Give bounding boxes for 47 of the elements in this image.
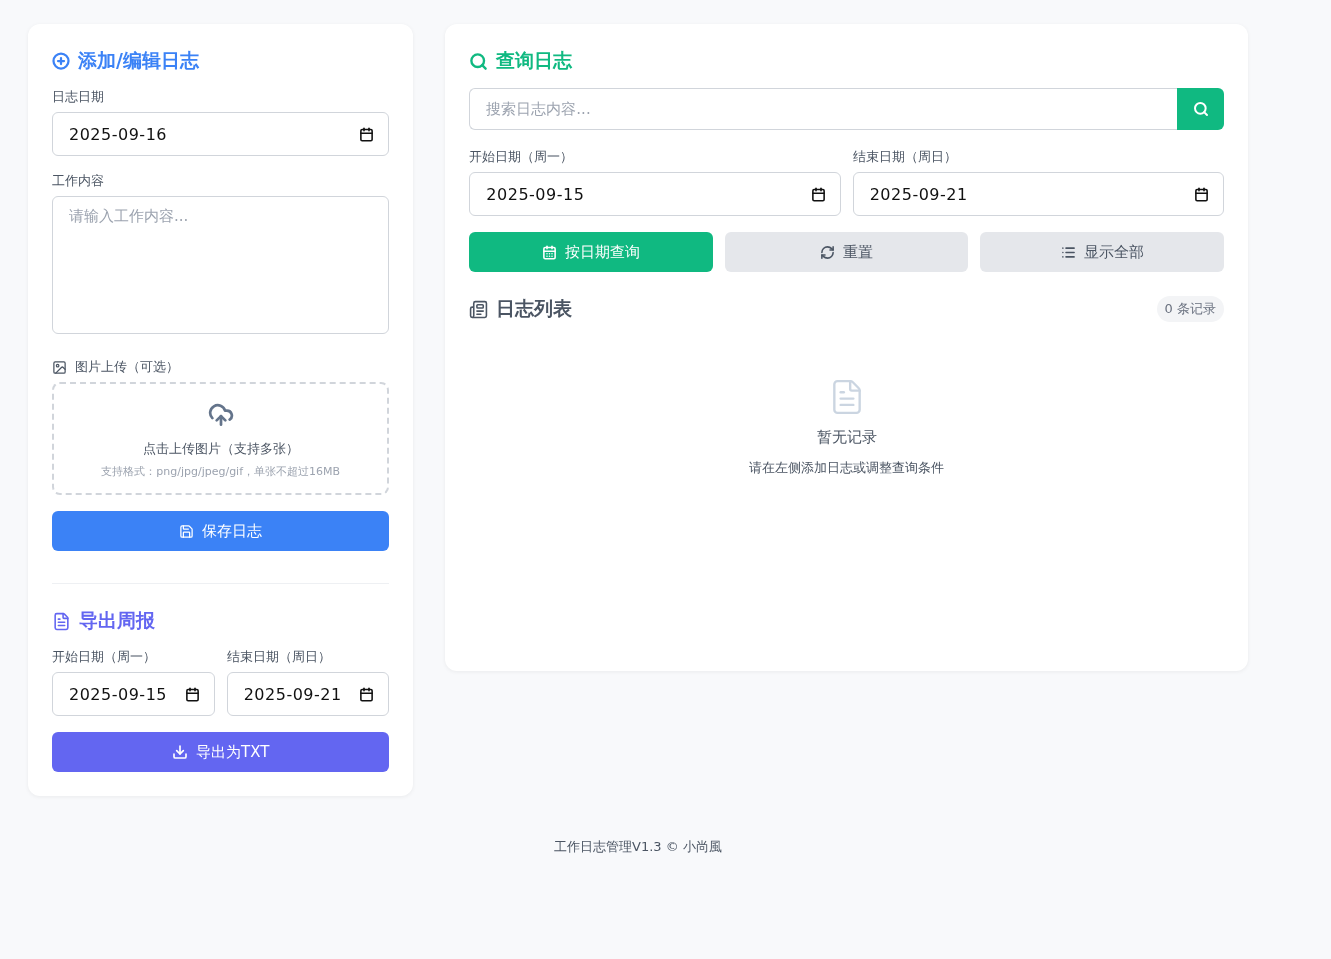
empty-hint: 请在左侧添加日志或调整查询条件 bbox=[749, 459, 945, 477]
search-button[interactable] bbox=[1177, 88, 1224, 130]
action-button[interactable]: 重置 bbox=[724, 232, 969, 272]
newspaper-icon bbox=[469, 299, 489, 319]
content-textarea[interactable]: 请输入工作内容... bbox=[52, 196, 390, 334]
search-field[interactable]: 搜索日志内容... bbox=[469, 88, 1177, 130]
upload-area[interactable]: 点击上传图片（支持多张） 支持格式：png/jpg/jpeg/gif，单张不超过16MB bbox=[52, 382, 390, 495]
field-label: 结束日期（周日） bbox=[852, 148, 957, 166]
footer-text: 工作日志管理V1.3 © 小尚風 bbox=[554, 839, 722, 854]
date-field[interactable]: 2025-09-15 bbox=[469, 172, 841, 216]
save-icon bbox=[179, 523, 195, 539]
panel-title: 查询日志 bbox=[496, 48, 573, 73]
panel-title: 添加/编辑日志 bbox=[78, 48, 199, 73]
export-button[interactable]: 导出为TXT bbox=[52, 732, 390, 772]
field-label: 工作内容 bbox=[52, 172, 104, 190]
empty-title: 暂无记录 bbox=[816, 428, 877, 447]
date-field[interactable]: 2025-09-21 bbox=[852, 172, 1224, 216]
date-field[interactable]: 2025-09-15 bbox=[52, 672, 215, 716]
calendar-icon bbox=[542, 244, 558, 260]
calendar-icon bbox=[184, 686, 200, 702]
section-title: 导出周报 bbox=[79, 608, 155, 633]
calendar-icon bbox=[359, 126, 375, 142]
field-label: 开始日期（周一） bbox=[469, 148, 574, 166]
date-field[interactable]: 2025-09-21 bbox=[226, 672, 390, 716]
list-icon bbox=[1060, 244, 1076, 260]
upload-text: 点击上传图片（支持多张） bbox=[142, 440, 299, 458]
record-count: 0 条记录 bbox=[1156, 296, 1224, 322]
calendar-icon bbox=[1194, 186, 1209, 202]
save-button[interactable]: 保存日志 bbox=[52, 511, 390, 551]
refresh-icon bbox=[820, 244, 836, 260]
plus-circle-icon bbox=[52, 52, 70, 70]
document-icon bbox=[52, 611, 71, 631]
field-label: 日志日期 bbox=[52, 88, 104, 106]
field-label: 图片上传（可选） bbox=[75, 358, 179, 376]
search-icon bbox=[469, 51, 489, 71]
action-button[interactable]: 显示全部 bbox=[980, 232, 1224, 272]
calendar-icon bbox=[810, 186, 826, 202]
search-icon bbox=[1192, 101, 1209, 117]
field-label: 开始日期（周一） bbox=[52, 648, 156, 666]
calendar-icon bbox=[359, 686, 375, 702]
date-field[interactable]: 2025-09-16 bbox=[52, 112, 390, 156]
section-title: 日志列表 bbox=[496, 296, 573, 321]
image-icon bbox=[52, 359, 67, 375]
download-icon bbox=[172, 744, 188, 760]
cloud-upload-icon bbox=[207, 402, 234, 428]
upload-hint: 支持格式：png/jpg/jpeg/gif，单张不超过16MB bbox=[101, 464, 341, 479]
field-label: 结束日期（周日） bbox=[226, 648, 331, 666]
